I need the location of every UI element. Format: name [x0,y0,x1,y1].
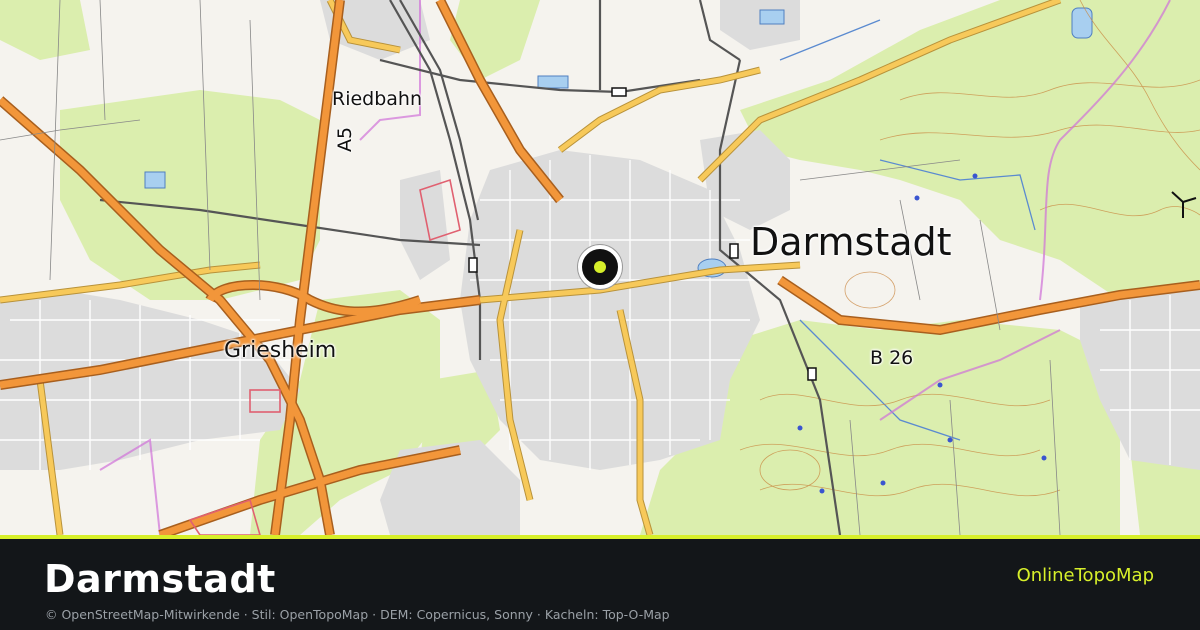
location-pin-icon[interactable] [578,245,622,289]
map-label-b26: B 26 [870,347,914,369]
topographic-map[interactable]: Darmstadt Griesheim Riedbahn A5 B 26 [0,0,1200,535]
location-pin-center [594,261,606,273]
map-label-riedbahn: Riedbahn [332,88,423,110]
map-label-a5: A5 [334,126,356,152]
attribution-text: © OpenStreetMap-Mitwirkende · Stil: Open… [45,607,670,622]
brand-link[interactable]: OnlineTopoMap [1017,565,1154,586]
place-title: Darmstadt [44,557,276,601]
map-label-darmstadt: Darmstadt [750,220,952,264]
footer-bar: Darmstadt OnlineTopoMap © OpenStreetMap-… [0,539,1200,630]
map-label-griesheim: Griesheim [224,338,337,363]
